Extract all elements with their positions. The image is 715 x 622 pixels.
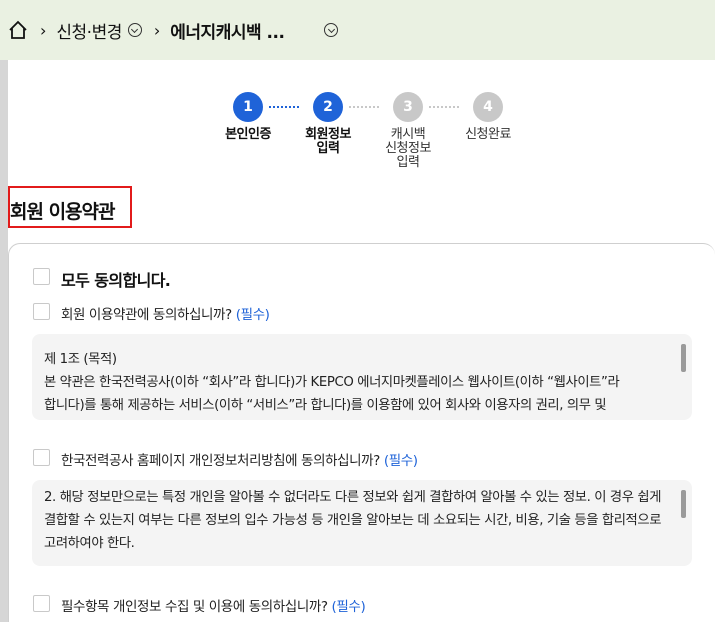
breadcrumb: › 신청·변경 › 에너지캐시백 ... [0, 0, 715, 60]
policy-text: 2. 해당 정보만으로는 특정 개인을 알아볼 수 없더라도 다른 정보와 쉽게… [44, 490, 662, 505]
terms-label[interactable]: 회원 이용약관에 동의하십니까? (필수) [61, 303, 270, 323]
step-4: 4 신청완료 [453, 92, 523, 142]
terms-card: 모두 동의합니다. 회원 이용약관에 동의하십니까? (필수) 제 1조 (목적… [8, 243, 715, 622]
terms-textbox[interactable]: 제 1조 (목적) 본 약관은 한국전력공사(이하 “회사”라 합니다)가 KE… [32, 334, 692, 420]
chevron-down-icon[interactable] [127, 23, 142, 37]
section-title: 회원 이용약관 [8, 186, 132, 228]
required-info-checkbox[interactable] [33, 595, 50, 612]
required-badge: (필수) [383, 453, 418, 469]
step-label: 회원정보 입력 [305, 127, 351, 156]
privacy-policy-checkbox[interactable] [33, 449, 50, 466]
step-3: 3 캐시백 신청정보 입력 [373, 92, 443, 170]
step-number: 1 [233, 92, 263, 122]
terms-text: 합니다)를 통해 제공하는 서비스(이하 “서비스”라 합니다)를 이용함에 있… [44, 398, 607, 413]
breadcrumb-current[interactable]: 에너지캐시백 ... [170, 18, 285, 43]
breadcrumb-item[interactable]: 신청·변경 [56, 18, 122, 43]
required-info-label[interactable]: 필수항목 개인정보 수집 및 이용에 동의하십니까? (필수) [61, 595, 366, 615]
step-number: 2 [313, 92, 343, 122]
step-number: 4 [473, 92, 503, 122]
terms-checkbox[interactable] [33, 303, 50, 320]
page-content: 1 본인인증 2 회원정보 입력 3 캐시백 신청정보 입력 4 신청완료 회원… [8, 60, 715, 622]
step-label: 본인인증 [225, 127, 271, 142]
step-label: 캐시백 신청정보 입력 [385, 127, 431, 170]
agree-all-label[interactable]: 모두 동의합니다. [61, 267, 171, 291]
chevron-right-icon: › [153, 20, 161, 40]
step-label: 신청완료 [465, 127, 511, 142]
required-badge: (필수) [235, 307, 270, 323]
chevron-right-icon: › [40, 20, 47, 40]
chevron-down-icon[interactable] [324, 23, 339, 37]
step-1: 1 본인인증 [213, 92, 283, 142]
step-2: 2 회원정보 입력 [293, 92, 363, 156]
terms-heading: 제 1조 (목적) [44, 352, 117, 367]
agree-all-checkbox[interactable] [33, 268, 50, 285]
required-badge: (필수) [331, 599, 366, 615]
privacy-policy-label[interactable]: 한국전력공사 홈페이지 개인정보처리방침에 동의하십니까? (필수) [61, 449, 418, 469]
policy-text: 고려하여야 한다. [44, 536, 135, 551]
privacy-policy-textbox[interactable]: 2. 해당 정보만으로는 특정 개인을 알아볼 수 없더라도 다른 정보와 쉽게… [32, 480, 692, 566]
step-number: 3 [393, 92, 423, 122]
home-icon[interactable] [8, 20, 28, 40]
scrollbar[interactable] [681, 490, 686, 518]
terms-text: 본 약관은 한국전력공사(이하 “회사”라 합니다)가 KEPCO 에너지마켓플… [44, 375, 620, 390]
scrollbar[interactable] [681, 344, 686, 372]
policy-text: 결합할 수 있는지 여부는 다른 정보의 입수 가능성 등 개인을 알아보는 데… [44, 513, 662, 528]
progress-stepper: 1 본인인증 2 회원정보 입력 3 캐시백 신청정보 입력 4 신청완료 [213, 92, 523, 182]
